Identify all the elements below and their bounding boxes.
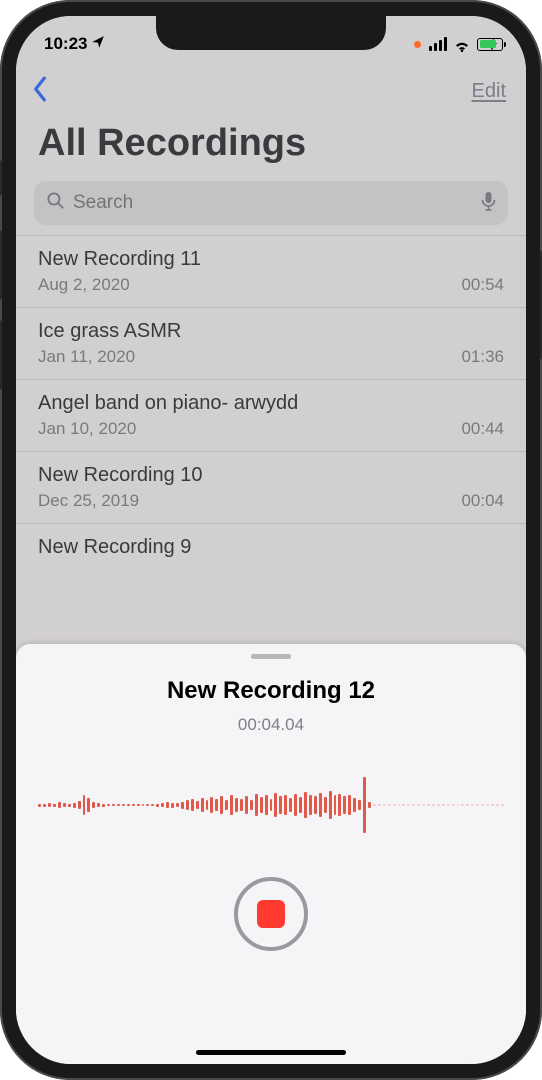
recording-row[interactable]: Ice grass ASMR Jan 11, 2020 01:36	[16, 307, 526, 379]
search-input[interactable]	[73, 192, 473, 214]
recordings-list: New Recording 11 Aug 2, 2020 00:54 Ice gr…	[16, 235, 526, 575]
device-frame: 10:23	[0, 0, 542, 1080]
home-indicator[interactable]	[196, 1050, 346, 1055]
recording-row[interactable]: New Recording 10 Dec 25, 2019 00:04	[16, 451, 526, 523]
waveform	[16, 777, 526, 833]
recording-indicator-dot	[414, 41, 421, 48]
status-time: 10:23	[44, 34, 87, 54]
silence-switch	[0, 160, 2, 196]
recording-title: Angel band on piano- arwydd	[38, 392, 504, 415]
edit-button[interactable]: Edit	[472, 80, 506, 103]
volume-down-button	[0, 320, 2, 390]
recording-sheet[interactable]: New Recording 12 00:04.04	[16, 644, 526, 1064]
recording-duration: 00:04	[461, 491, 504, 511]
recording-title: New Recording 9	[38, 536, 504, 559]
page-title: All Recordings	[16, 112, 526, 181]
playhead	[363, 777, 366, 833]
search-field[interactable]	[34, 181, 508, 225]
recording-date: Jan 11, 2020	[38, 347, 135, 367]
stop-recording-button[interactable]	[234, 877, 308, 951]
search-icon	[46, 191, 65, 215]
back-button[interactable]	[32, 76, 48, 107]
recording-row[interactable]: Angel band on piano- arwydd Jan 10, 2020…	[16, 379, 526, 451]
stop-icon	[257, 900, 285, 928]
recording-date: Dec 25, 2019	[38, 491, 139, 511]
recording-duration: 00:54	[461, 275, 504, 295]
cellular-signal-icon	[429, 37, 447, 51]
location-arrow-icon	[91, 34, 105, 54]
active-recording-title: New Recording 12	[167, 677, 375, 705]
recording-duration: 01:36	[461, 347, 504, 367]
volume-up-button	[0, 230, 2, 300]
battery-icon	[477, 38, 498, 51]
notch	[156, 16, 386, 50]
recording-date: Jan 10, 2020	[38, 419, 136, 439]
recording-duration: 00:44	[461, 419, 504, 439]
sheet-grabber[interactable]	[251, 654, 291, 659]
chevron-left-icon	[32, 76, 48, 102]
screen: 10:23	[16, 16, 526, 1064]
recording-title: Ice grass ASMR	[38, 320, 504, 343]
recording-row[interactable]: New Recording 11 Aug 2, 2020 00:54	[16, 235, 526, 307]
recording-title: New Recording 10	[38, 464, 504, 487]
active-recording-elapsed: 00:04.04	[238, 715, 304, 735]
recording-row[interactable]: New Recording 9	[16, 523, 526, 575]
wifi-icon	[453, 37, 471, 51]
nav-bar: Edit	[16, 66, 526, 112]
dictation-icon[interactable]	[481, 191, 496, 216]
recording-title: New Recording 11	[38, 248, 504, 271]
recording-date: Aug 2, 2020	[38, 275, 130, 295]
